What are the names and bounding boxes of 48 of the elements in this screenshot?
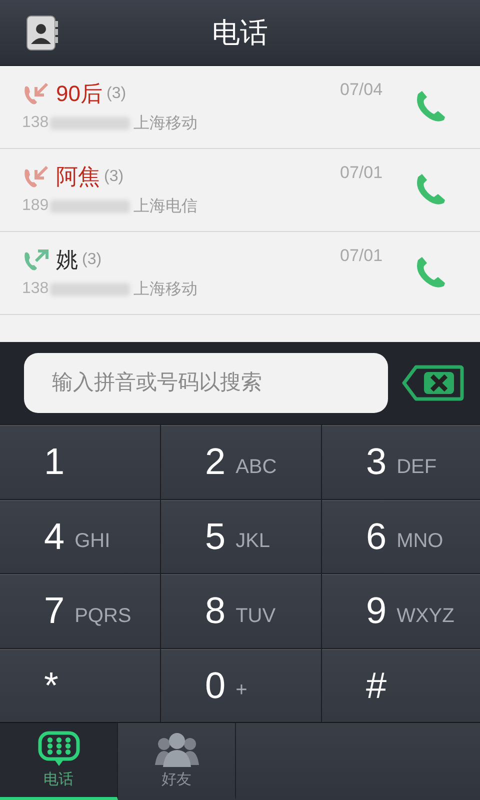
dial-key[interactable]: 1 [0,425,160,498]
dial-key[interactable]: 9 WXYZ [322,574,480,648]
contact-name: 90后 [56,80,102,108]
call-date: 07/04 [340,80,383,100]
missed-call-icon [22,82,50,106]
dial-key[interactable]: * [0,648,160,722]
call-count: (3) [106,85,126,103]
call-log-row[interactable]: 阿焦 (3) 07/01 189 上海电信 [0,149,480,232]
dial-key[interactable]: # [322,648,480,722]
outgoing-call-icon [22,248,50,272]
contact-book-icon [26,15,60,51]
backspace-icon [402,365,464,401]
carrier-label: 上海移动 [134,114,198,134]
phone-number: 189 [22,197,49,215]
phone-icon [414,90,448,124]
call-count: (3) [82,251,102,269]
backspace-button[interactable] [402,365,464,401]
phone-icon [414,173,448,207]
call-button[interactable] [414,90,448,124]
tab[interactable]: 好友 [118,723,236,800]
call-count: (3) [104,168,124,186]
phone-icon [414,256,448,290]
call-button[interactable] [414,173,448,207]
call-date: 07/01 [340,246,383,266]
dial-key[interactable]: 4 GHI [0,500,160,573]
dial-key[interactable]: 8 TUV [161,574,321,648]
phone-number: 138 [22,280,49,298]
phone-number: 138 [22,114,49,132]
missed-call-icon [22,165,50,189]
call-date: 07/01 [340,163,383,183]
search-field[interactable]: 输入拼音或号码以搜索 [24,353,388,413]
tab[interactable]: 电话 [0,723,118,800]
call-log-row[interactable]: 90后 (3) 07/04 138 上海移动 [0,66,480,149]
dial-key[interactable]: 6 MNO [322,500,480,573]
dial-key[interactable]: 2 ABC [161,425,321,498]
dial-key[interactable]: 0 + [161,648,321,722]
contact-name: 阿焦 [56,163,100,191]
call-log-row[interactable]: 姚 (3) 07/01 138 上海移动 [0,232,480,315]
dialpad-icon [36,731,80,767]
carrier-label: 上海移动 [134,280,198,300]
screen-title: 电话 [212,16,268,50]
dial-key[interactable]: 5 JKL [161,500,321,573]
dial-key[interactable]: 3 DEF [322,425,480,498]
dial-key[interactable]: 7 PQRS [0,574,160,648]
call-button[interactable] [414,256,448,290]
contact-name: 姚 [56,246,78,274]
carrier-label: 上海电信 [134,196,198,216]
people-icon [154,731,198,767]
